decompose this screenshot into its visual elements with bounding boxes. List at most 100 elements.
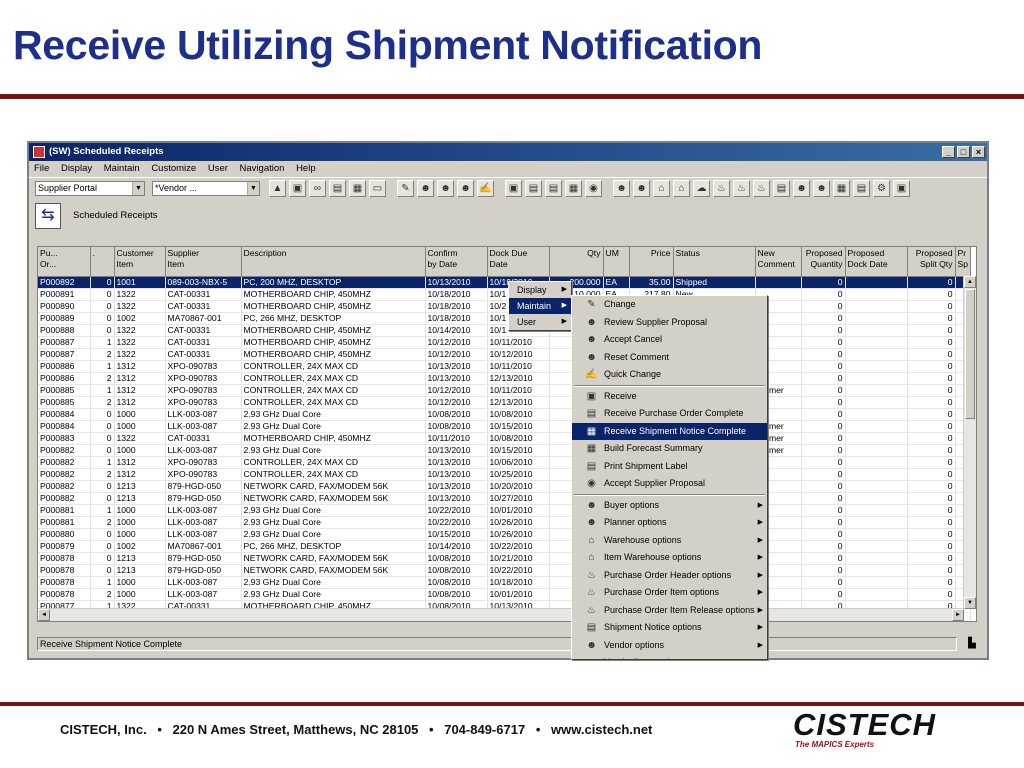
menu-item-warehouse-options[interactable]: ⌂ Warehouse options ▶ [572,532,767,550]
menu-item-vendor-item-options[interactable]: ☻ Vendor/Item options ▶ [572,654,767,659]
menu-item-quick-change[interactable]: ✍ Quick Change [572,366,767,384]
edit-icon[interactable]: ✎ [397,180,414,197]
chart-icon[interactable]: ▦ [833,180,850,197]
table-row[interactable]: P000882 0 1213 879-HGD-050 NETWORK CARD, FAX… [38,480,972,493]
planner-icon[interactable]: ☻ [633,180,650,197]
scroll-thumb[interactable] [965,289,975,419]
receive-shipment-icon[interactable]: ▤ [545,180,562,197]
table-row[interactable]: P000879 0 1002 MA70867-001 PC, 266 MHZ, DESK… [38,540,972,553]
cloud-icon[interactable]: ☁ [693,180,710,197]
filter-icon[interactable]: ▣ [289,180,306,197]
scroll-left-icon[interactable]: ◄ [38,609,50,621]
scroll-down-icon[interactable]: ▼ [964,597,976,609]
table-row[interactable]: P000886 2 1312 XPO-090783 CONTROLLER, 24X MA… [38,372,972,385]
menu-item-purchase-order-item-release-options[interactable]: ♨ Purchase Order Item Release options ▶ [572,602,767,620]
table-row[interactable]: P000884 0 1000 LLK-003-087 2.93 GHz Dual Cor… [38,408,972,421]
column-header[interactable]: Pu... Or... [38,247,91,277]
column-header[interactable]: Customer Item [114,247,166,277]
column-header[interactable]: Confirm by Date [425,247,488,277]
find-icon[interactable]: ▲ [269,180,286,197]
view-select[interactable]: Supplier Portal ▼ [35,181,145,196]
context-menu-item-display[interactable]: Display ▶ [509,282,571,298]
vendor-icon[interactable]: ☻ [793,180,810,197]
horizontal-scrollbar[interactable]: ◄ ► [38,608,964,621]
column-header[interactable]: Supplier Item [165,247,242,277]
table-row[interactable]: P000878 1 1000 LLK-003-087 2.93 GHz Dual Cor… [38,576,972,589]
settings-icon[interactable]: ⚙ [873,180,890,197]
column-header[interactable]: Description [241,247,426,277]
print-icon[interactable]: ▦ [349,180,366,197]
close-button[interactable]: × [972,146,985,158]
scroll-right-icon[interactable]: ► [952,609,964,621]
table-row[interactable]: P000892 0 1001 089-003-NBX-5 PC, 200 MHZ, DE… [38,276,972,289]
table-row[interactable]: P000882 0 1213 879-HGD-050 NETWORK CARD, FAX… [38,492,972,505]
context-menu-item-user[interactable]: User ▶ [509,314,571,330]
menu-maintain[interactable]: Maintain [104,163,140,174]
vendor-select-arrow-icon[interactable]: ▼ [247,182,259,195]
menu-item-reset-comment[interactable]: ☻ Reset Comment [572,349,767,367]
menu-item-review-supplier-proposal[interactable]: ☻ Review Supplier Proposal [572,314,767,332]
receive-po-icon[interactable]: ▤ [525,180,542,197]
menu-item-receive[interactable]: ▣ Receive [572,388,767,406]
glasses-icon[interactable]: ∞ [309,180,326,197]
accept-icon[interactable]: ☻ [437,180,454,197]
column-header[interactable]: Qty [549,247,604,277]
menu-item-buyer-options[interactable]: ☻ Buyer options ▶ [572,497,767,515]
vendor-item-icon[interactable]: ☻ [813,180,830,197]
column-header[interactable]: Price [629,247,674,277]
po-release-icon[interactable]: ♨ [753,180,770,197]
menu-item-vendor-options[interactable]: ☻ Vendor options ▶ [572,637,767,655]
po-header-icon[interactable]: ♨ [713,180,730,197]
column-header[interactable]: Dock Due Date [487,247,550,277]
reset-icon[interactable]: ☻ [457,180,474,197]
table-row[interactable]: P000881 1 1000 LLK-003-087 2.93 GHz Dual Cor… [38,504,972,517]
column-header[interactable]: Proposed Quantity [801,247,846,277]
table-row[interactable]: P000880 0 1000 LLK-003-087 2.93 GHz Dual Cor… [38,528,972,541]
maximize-button[interactable]: □ [957,146,970,158]
menu-item-change[interactable]: ✎ Change [572,296,767,314]
menu-help[interactable]: Help [296,163,316,174]
table-row[interactable]: P000881 2 1000 LLK-003-087 2.93 GHz Dual Cor… [38,516,972,529]
context-menu-item-maintain[interactable]: Maintain ▶ [509,298,571,314]
item-warehouse-icon[interactable]: ⌂ [673,180,690,197]
receive-icon[interactable]: ▣ [505,180,522,197]
vendor-select[interactable]: *Vendor ... ▼ [152,181,260,196]
scroll-up-icon[interactable]: ▲ [964,276,976,288]
window-icon[interactable]: ▣ [893,180,910,197]
menu-item-purchase-order-item-options[interactable]: ♨ Purchase Order Item options ▶ [572,584,767,602]
table-row[interactable]: P000889 0 1002 MA70867-001 PC, 266 MHZ, DESK… [38,312,972,325]
menu-item-accept-supplier-proposal[interactable]: ◉ Accept Supplier Proposal [572,475,767,493]
column-header[interactable]: New Comment [755,247,802,277]
export-icon[interactable]: ▭ [369,180,386,197]
column-header[interactable]: Pr Sp [955,247,972,277]
note-icon[interactable]: ▤ [329,180,346,197]
menu-item-receive-purchase-order-complete[interactable]: ▤ Receive Purchase Order Complete [572,405,767,423]
menu-customize[interactable]: Customize [151,163,196,174]
column-header[interactable]: UM [603,247,630,277]
table-row[interactable]: P000878 2 1000 LLK-003-087 2.93 GHz Dual Cor… [38,588,972,601]
menu-display[interactable]: Display [61,163,92,174]
window-titlebar[interactable]: (SW) Scheduled Receipts _ □ × [29,143,987,161]
menu-item-receive-shipment-notice-complete[interactable]: ▦ Receive Shipment Notice Complete [572,422,767,440]
review-icon[interactable]: ☻ [417,180,434,197]
table-row[interactable]: P000878 0 1213 879-HGD-050 NETWORK CARD, FAX… [38,552,972,565]
table-row[interactable]: P000891 0 1322 CAT-00331 MOTHERBOARD CHIP, 4… [38,288,972,301]
po-item-icon[interactable]: ♨ [733,180,750,197]
column-header[interactable]: Status [673,247,756,277]
menu-item-shipment-notice-options[interactable]: ▤ Shipment Notice options ▶ [572,619,767,637]
table-row[interactable]: P000887 2 1322 CAT-00331 MOTHERBOARD CHIP, 4… [38,348,972,361]
buyer-icon[interactable]: ☻ [613,180,630,197]
table-row[interactable]: P000886 1 1312 XPO-090783 CONTROLLER, 24X MA… [38,360,972,373]
menu-item-print-shipment-label[interactable]: ▤ Print Shipment Label [572,458,767,476]
table-row[interactable]: P000882 0 1000 LLK-003-087 2.93 GHz Dual Cor… [38,444,972,457]
menu-user[interactable]: User [208,163,228,174]
quick-change-icon[interactable]: ✍ [477,180,494,197]
shipment-notice-icon[interactable]: ▤ [773,180,790,197]
menu-navigation[interactable]: Navigation [240,163,285,174]
menu-item-item-warehouse-options[interactable]: ⌂ Item Warehouse options ▶ [572,549,767,567]
status-chart-icon[interactable]: ▙ [965,637,979,651]
menu-item-purchase-order-header-options[interactable]: ♨ Purchase Order Header options ▶ [572,567,767,585]
menu-item-build-forecast-summary[interactable]: ▦ Build Forecast Summary [572,440,767,458]
vertical-scrollbar[interactable]: ▲ ▼ [963,276,976,609]
table-row[interactable]: P000884 0 1000 LLK-003-087 2.93 GHz Dual Cor… [38,420,972,433]
